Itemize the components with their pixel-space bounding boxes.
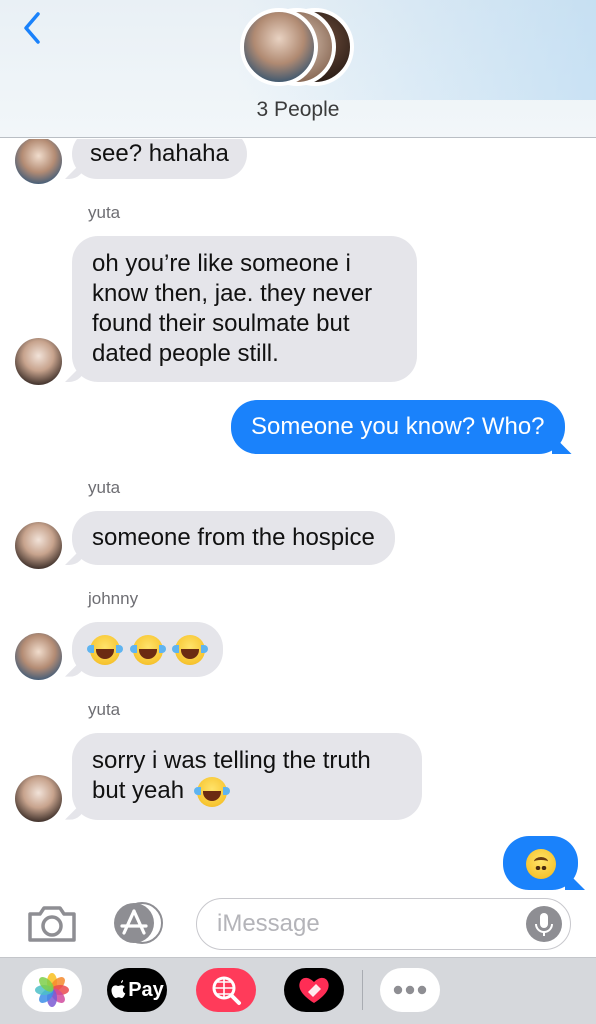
app-store-icon <box>114 902 163 944</box>
sender-name: yuta <box>88 700 121 719</box>
sender-name: johnny <box>88 589 139 608</box>
photos-app-button[interactable] <box>22 968 82 1012</box>
message-list[interactable]: see? hahaha yuta oh you’re like someone … <box>0 139 596 891</box>
message-text: see? hahaha <box>90 140 229 167</box>
upside-down-face-emoji-icon <box>525 848 556 879</box>
composer-bar: iMessage <box>0 891 596 957</box>
message-input-placeholder: iMessage <box>217 910 320 937</box>
chevron-left-icon <box>24 12 40 44</box>
dictation-button[interactable] <box>526 906 562 942</box>
avatar <box>240 8 318 86</box>
conversation-header: 3 People <box>0 0 596 138</box>
back-button[interactable] <box>18 10 48 46</box>
group-avatars[interactable] <box>240 8 360 88</box>
avatar[interactable] <box>15 338 62 385</box>
web-search-icon <box>212 976 241 1005</box>
tears-of-joy-emoji-icon <box>172 634 209 665</box>
message-text: oh you’re like someone i know then, jae.… <box>92 250 373 367</box>
avatar[interactable] <box>15 139 62 184</box>
divider <box>362 970 363 1010</box>
camera-button[interactable] <box>26 904 78 949</box>
message-bubble[interactable]: Someone you know? Who? <box>231 400 565 454</box>
camera-icon <box>28 906 76 942</box>
avatar[interactable] <box>15 775 62 822</box>
tears-of-joy-emoji-icon <box>193 776 230 807</box>
apple-pay-button[interactable]: Pay <box>107 968 167 1012</box>
tears-of-joy-emoji-icon <box>87 634 123 665</box>
avatar[interactable] <box>15 522 62 569</box>
message-input[interactable]: iMessage <box>196 898 571 950</box>
apple-pay-icon <box>111 980 126 998</box>
photos-icon <box>35 973 69 1007</box>
message-text: Someone you know? Who? <box>251 413 545 440</box>
message-bubble[interactable]: someone from the hospice <box>72 511 395 565</box>
group-title[interactable]: 3 People <box>0 98 596 122</box>
message-text: but yeah <box>92 777 185 804</box>
digital-touch-app-button[interactable] <box>284 968 344 1012</box>
digital-touch-icon <box>299 977 329 1003</box>
message-bubble[interactable]: sorry i was telling the truth but yeah <box>72 733 422 820</box>
message-text: sorry i was telling the truth <box>92 747 371 774</box>
message-bubble[interactable]: oh you’re like someone i know then, jae.… <box>72 236 417 382</box>
message-bubble[interactable]: see? hahaha <box>72 139 247 179</box>
microphone-icon <box>535 913 553 936</box>
sender-name: yuta <box>88 203 121 222</box>
message-text: someone from the hospice <box>92 524 375 551</box>
sender-name: yuta <box>88 478 121 497</box>
web-images-app-button[interactable] <box>196 968 256 1012</box>
app-drawer: Pay <box>0 957 596 1024</box>
message-bubble[interactable]: 🙃 <box>503 836 578 890</box>
message-bubble[interactable]: 😂😂😂 <box>72 622 224 677</box>
more-apps-button[interactable] <box>380 968 440 1012</box>
avatar[interactable] <box>15 633 62 680</box>
more-icon <box>393 985 427 995</box>
apple-pay-label: Pay <box>128 978 164 1001</box>
tears-of-joy-emoji-icon <box>129 634 166 665</box>
app-store-button[interactable] <box>110 901 170 950</box>
